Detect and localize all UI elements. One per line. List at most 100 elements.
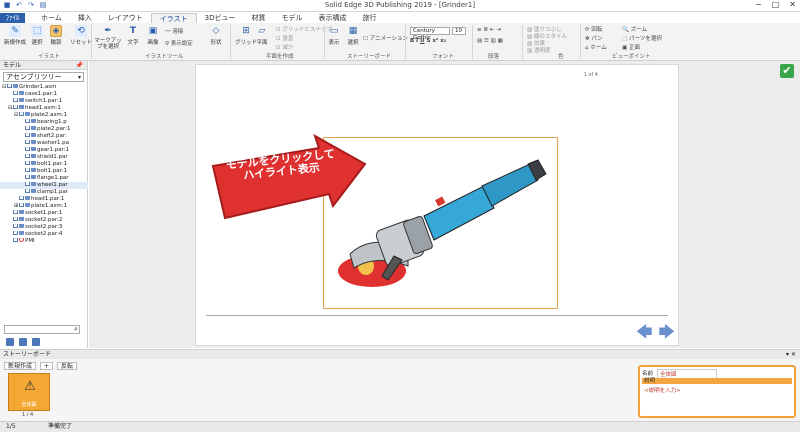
image-button[interactable]: ▣ 画像 xyxy=(147,25,159,46)
visibility-checkbox[interactable] xyxy=(25,182,30,186)
visibility-checkbox[interactable] xyxy=(13,231,18,235)
storyboard-reverse-button[interactable]: 反転 xyxy=(57,362,78,370)
reset-button[interactable]: ⟲ リセット xyxy=(70,25,92,46)
tree-item[interactable]: ⊟Grinder1.asm xyxy=(0,84,88,91)
visibility-checkbox[interactable] xyxy=(25,154,30,158)
tree-item[interactable]: socket2.par:4 xyxy=(0,231,88,238)
visibility-checkbox[interactable] xyxy=(25,133,30,137)
tab-illustration[interactable]: イラスト xyxy=(150,13,197,23)
visibility-checkbox[interactable] xyxy=(25,126,30,130)
tab-material[interactable]: 材質 xyxy=(244,13,274,23)
display-button[interactable]: ▭ 表示 xyxy=(328,25,340,46)
visibility-checkbox[interactable] xyxy=(7,84,12,88)
tree-item[interactable]: head1.par:1 xyxy=(0,196,88,203)
select-part-button[interactable]: ⬚ パーツを選択 xyxy=(622,34,662,42)
tab-model[interactable]: モデル xyxy=(274,13,311,23)
outline-button[interactable]: ◈ 輪郭 xyxy=(50,25,62,46)
tree-item[interactable]: shield1.par xyxy=(0,154,88,161)
visibility-checkbox[interactable] xyxy=(25,189,30,193)
panel-controls[interactable]: ▾ ✕ xyxy=(786,350,796,359)
visibility-checkbox[interactable] xyxy=(13,98,18,102)
tree-item[interactable]: ⊟plate2.asm:1 xyxy=(0,112,88,119)
markup-select-button[interactable]: ✒ マークアップを選択 xyxy=(94,25,122,50)
visibility-checkbox[interactable] xyxy=(13,217,18,221)
tree-item[interactable]: wheel1.par xyxy=(0,182,88,189)
tree-item[interactable]: plate2.par:1 xyxy=(0,126,88,133)
visibility-checkbox[interactable] xyxy=(13,91,18,95)
visibility-checkbox[interactable] xyxy=(25,175,30,179)
pin-icon[interactable]: 📌 xyxy=(76,61,83,70)
transparency-option[interactable]: ▨ 透明度 xyxy=(527,46,550,54)
storyboard-new-button[interactable]: 新規作成 xyxy=(4,362,37,370)
tab-home[interactable]: ホーム xyxy=(33,13,70,23)
align-buttons[interactable]: ▤ ☰ ▥ ▦ xyxy=(477,38,503,44)
font-name-select[interactable]: Century Gothic xyxy=(410,27,450,41)
display-settings-button[interactable]: ⚲ 表示設定 xyxy=(165,39,193,47)
new-create-button[interactable]: ✎ 新規作成 xyxy=(4,25,26,46)
storyboard-thumbnail[interactable]: ⚠ 全体図 xyxy=(8,373,50,411)
tree-item[interactable]: socket1.par:1 xyxy=(0,210,88,217)
layer-tab-icon[interactable] xyxy=(19,338,27,346)
tree-item[interactable]: washer1.pa xyxy=(0,140,88,147)
tab-layout[interactable]: レイアウト xyxy=(100,13,151,23)
tree-item[interactable]: case1.par:1 xyxy=(0,91,88,98)
visibility-checkbox[interactable] xyxy=(25,119,30,123)
tree-item[interactable]: socket2.par:2 xyxy=(0,217,88,224)
tree-view-select[interactable]: アセンブリツリー ▾ xyxy=(3,72,84,82)
tree-item[interactable]: ⊟head1.asm:1 xyxy=(0,105,88,112)
font-style-buttons[interactable]: B I U S x² x₂ xyxy=(410,38,446,44)
visibility-checkbox[interactable] xyxy=(25,161,30,165)
properties-tab-icon[interactable] xyxy=(32,338,40,346)
text-button[interactable]: T 文字 xyxy=(127,25,139,46)
previous-page-icon[interactable]: 🡄 xyxy=(636,321,653,348)
visibility-checkbox[interactable] xyxy=(19,203,24,207)
minimize-button[interactable]: − xyxy=(755,0,762,9)
storyboard-add-button[interactable]: + xyxy=(40,362,54,370)
tree-item[interactable]: clamp1.par xyxy=(0,189,88,196)
tab-display-config[interactable]: 表示構成 xyxy=(311,13,355,23)
maximize-button[interactable]: □ xyxy=(772,0,780,9)
select-button[interactable]: ⬚ 選択 xyxy=(31,25,43,46)
tree-item[interactable]: PMI xyxy=(0,238,88,245)
model-tab-icon[interactable] xyxy=(6,338,14,346)
visibility-checkbox[interactable] xyxy=(13,105,18,109)
weld-button[interactable]: 〰 溶接 xyxy=(165,27,183,35)
pan-button[interactable]: ✥ パン xyxy=(585,34,603,42)
front-view-button[interactable]: ▣ 正面 xyxy=(622,43,640,51)
visibility-checkbox[interactable] xyxy=(19,196,24,200)
next-page-icon[interactable]: 🡆 xyxy=(659,321,676,348)
tree-item[interactable]: switch1.par:1 xyxy=(0,98,88,105)
visibility-checkbox[interactable] xyxy=(25,168,30,172)
font-size-select[interactable]: 10 xyxy=(452,27,466,35)
visibility-checkbox[interactable] xyxy=(13,224,18,228)
plane-button[interactable]: ▱ 平面 xyxy=(256,25,268,46)
visibility-checkbox[interactable] xyxy=(19,112,24,116)
tree-item[interactable]: shaft2.par: xyxy=(0,133,88,140)
list-buttons[interactable]: ≡ ≣ ⇤ ⇥ xyxy=(477,27,501,33)
application-menu-button[interactable]: ﾌｧｲﾙ xyxy=(0,13,25,23)
tree-item[interactable]: bolt1.par:1 xyxy=(0,161,88,168)
zoom-button[interactable]: 🔍 ズーム xyxy=(622,25,647,33)
tab-3d-view[interactable]: 3Dビュー xyxy=(197,13,244,23)
tree-item[interactable]: socket2.par:3 xyxy=(0,224,88,231)
checkmark-icon[interactable]: ✔ xyxy=(780,64,794,78)
tab-insert[interactable]: 挿入 xyxy=(70,13,100,23)
visibility-checkbox[interactable] xyxy=(25,140,30,144)
visibility-checkbox[interactable] xyxy=(13,238,18,242)
tree-item[interactable]: bolt1.par:1 xyxy=(0,168,88,175)
description-field[interactable]: <説明を入力> xyxy=(644,386,681,394)
storyboard-select-button[interactable]: ▦ 選択 xyxy=(347,25,359,46)
shape-button[interactable]: ◇ 形状 xyxy=(210,25,222,46)
reduce-option[interactable]: ⊡ 減少 xyxy=(276,43,293,51)
rotate-button[interactable]: ⟳ 回転 xyxy=(585,25,602,33)
tree-item[interactable]: ⊞plate1.asm:1 xyxy=(0,203,88,210)
tree-item[interactable]: flange1.par xyxy=(0,175,88,182)
grid-button[interactable]: ⊞ グリッド xyxy=(235,25,257,46)
animation-option[interactable]: ☐ アニメーション xyxy=(363,34,408,42)
search-icon[interactable]: ⌕ xyxy=(74,325,78,334)
visibility-checkbox[interactable] xyxy=(13,210,18,214)
close-button[interactable]: ✕ xyxy=(789,0,796,9)
vertical-option[interactable]: ⊡ 垂直 xyxy=(276,34,293,42)
tab-travel[interactable]: 旅行 xyxy=(355,13,385,23)
tree-item[interactable]: bearing1.p xyxy=(0,119,88,126)
